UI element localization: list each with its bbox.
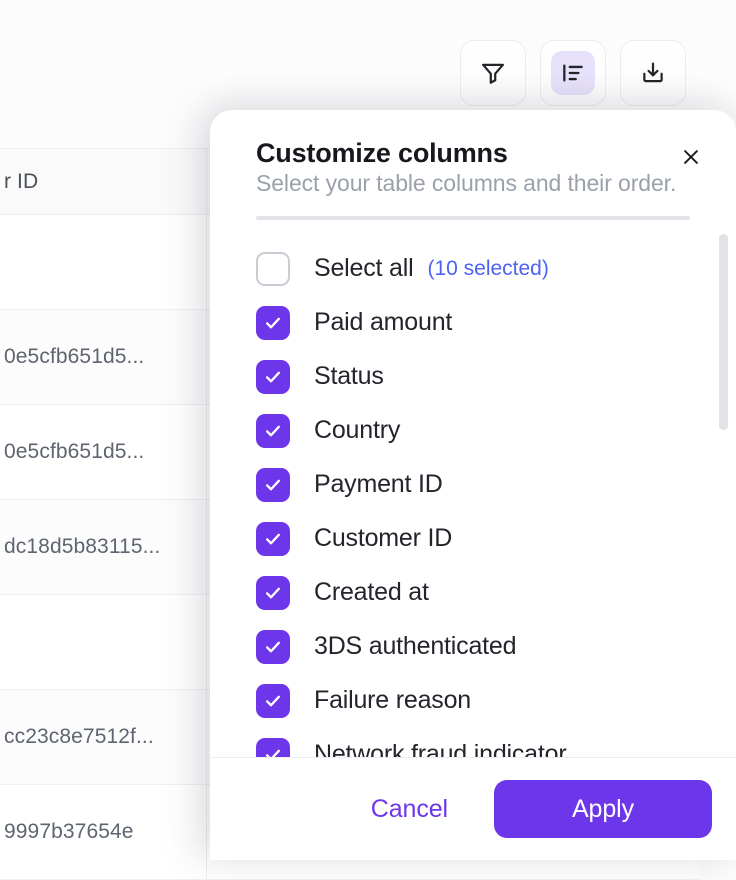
- close-icon[interactable]: [674, 140, 708, 174]
- column-option-network-fraud-indicator[interactable]: Network fraud indicator: [256, 728, 736, 757]
- dialog-subtitle: Select your table columns and their orde…: [256, 170, 706, 198]
- column-checkbox[interactable]: [256, 684, 290, 718]
- column-option-country[interactable]: Country: [256, 404, 736, 458]
- filter-button[interactable]: [460, 40, 526, 106]
- column-option-label: 3DS authenticated: [314, 632, 516, 661]
- column-checkbox[interactable]: [256, 522, 290, 556]
- dialog-footer: Cancel Apply: [210, 757, 736, 860]
- dialog-scrollbar-thumb[interactable]: [719, 234, 728, 430]
- table-toolbar: [460, 40, 686, 106]
- column-option-label: Status: [314, 362, 384, 391]
- dialog-body: Select all (10 selected) Paid amount Sta…: [210, 220, 736, 757]
- column-header-customer-id: r ID: [0, 170, 38, 194]
- select-all-checkbox[interactable]: [256, 252, 290, 286]
- dialog-header: Customize columns Select your table colu…: [210, 110, 736, 198]
- column-option-label: Payment ID: [314, 470, 443, 499]
- filter-funnel-icon: [471, 51, 515, 95]
- column-checkbox[interactable]: [256, 468, 290, 502]
- apply-button[interactable]: Apply: [494, 780, 712, 838]
- cell-id: 9997b37654e: [0, 820, 230, 844]
- column-option-label: Customer ID: [314, 524, 452, 553]
- app-root: r ID 0e5cfb651d5... 0e5cfb651d5... dc18d…: [0, 0, 736, 880]
- column-option-paid-amount[interactable]: Paid amount: [256, 296, 736, 350]
- column-option-status[interactable]: Status: [256, 350, 736, 404]
- column-checkbox[interactable]: [256, 414, 290, 448]
- column-checkbox[interactable]: [256, 738, 290, 757]
- select-all-label: Select all: [314, 254, 413, 283]
- cell-id: cc23c8e7512f...: [0, 725, 230, 749]
- cell-id: dc18d5b83115...: [0, 535, 230, 559]
- column-option-payment-id[interactable]: Payment ID: [256, 458, 736, 512]
- column-option-label: Created at: [314, 578, 429, 607]
- dialog-title: Customize columns: [256, 138, 706, 169]
- column-option-failure-reason[interactable]: Failure reason: [256, 674, 736, 728]
- download-icon: [631, 51, 675, 95]
- cancel-button[interactable]: Cancel: [355, 785, 464, 834]
- download-button[interactable]: [620, 40, 686, 106]
- column-checkbox[interactable]: [256, 306, 290, 340]
- customize-columns-button[interactable]: [540, 40, 606, 106]
- column-checkbox[interactable]: [256, 360, 290, 394]
- cell-id: 0e5cfb651d5...: [0, 345, 230, 369]
- column-list: Select all (10 selected) Paid amount Sta…: [210, 242, 736, 757]
- column-option-label: Country: [314, 416, 400, 445]
- table-column-divider: [206, 148, 207, 880]
- customize-columns-dialog: Customize columns Select your table colu…: [210, 110, 736, 860]
- dialog-scrollbar[interactable]: [719, 234, 728, 747]
- cell-id: 0e5cfb651d5...: [0, 440, 230, 464]
- column-checkbox[interactable]: [256, 576, 290, 610]
- column-option-created-at[interactable]: Created at: [256, 566, 736, 620]
- column-checkbox[interactable]: [256, 630, 290, 664]
- column-option-customer-id[interactable]: Customer ID: [256, 512, 736, 566]
- selected-count: (10 selected): [427, 257, 548, 281]
- select-all-row[interactable]: Select all (10 selected): [256, 242, 736, 296]
- column-option-label: Paid amount: [314, 308, 452, 337]
- column-option-label: Failure reason: [314, 686, 471, 715]
- column-option-label: Network fraud indicator: [314, 740, 566, 757]
- column-option-3ds-authenticated[interactable]: 3DS authenticated: [256, 620, 736, 674]
- columns-list-icon: [551, 51, 595, 95]
